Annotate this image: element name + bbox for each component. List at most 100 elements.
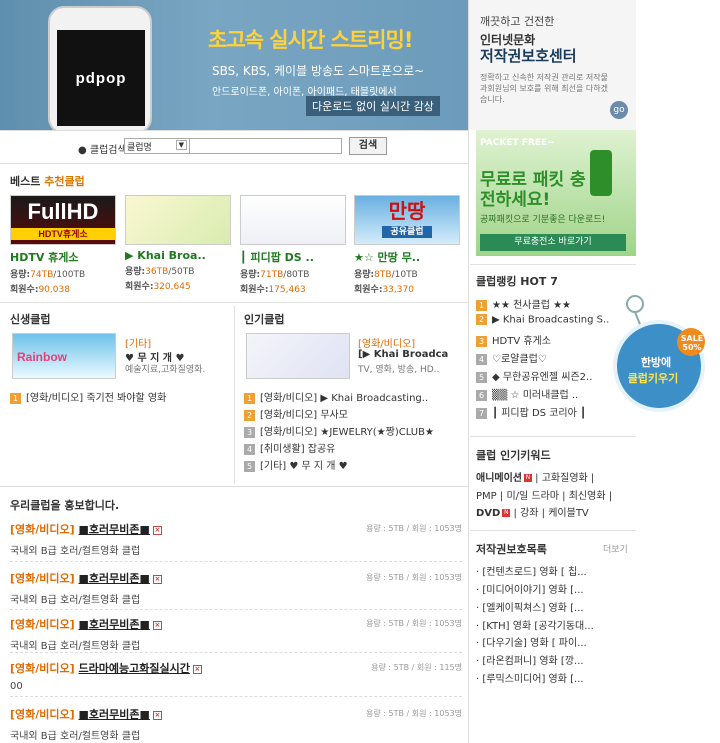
banner-subline: SBS, KBS, 케이블 방송도 스마트폰으로~ — [212, 64, 425, 78]
list-item[interactable]: 2 [영화/비디오] 무사모 — [244, 406, 348, 421]
close-icon[interactable]: × — [152, 574, 162, 584]
more-link[interactable]: 더보기 — [603, 542, 628, 555]
promo-meta: 용량 : 5TB / 회원 : 1053명 — [366, 619, 462, 628]
list-item-text: [KTH] 영화 [공각기동대... — [482, 621, 594, 632]
keyword-link[interactable]: 강좌 — [520, 508, 538, 519]
best-club-card[interactable]: ▶ Khai Broa.. 용량:36TB/50TB 회원수:320,645 — [125, 195, 233, 292]
copyright-line3: 저작권보호센터 — [480, 47, 577, 65]
new-clubs-title: 신생클럽 — [10, 313, 51, 326]
promo-category: [영화/비디오] — [10, 618, 75, 631]
best-club-card[interactable]: FullHD HDTV휴게소 HDTV 휴게소 용량:74TB/100TB 회원수… — [10, 195, 118, 295]
best-club-thumb[interactable]: FullHD HDTV휴게소 — [10, 195, 116, 245]
keyword-link[interactable]: 최신영화 — [569, 491, 606, 502]
list-item[interactable]: · [라온컴퍼니] 영화 [깡... — [476, 652, 584, 667]
banner-headline: 초고속 실시간 스트리밍! — [208, 28, 413, 52]
list-item[interactable]: · [루믹스미디어] 영화 [... — [476, 670, 584, 685]
list-item[interactable]: · [컨텐츠로드] 영화 [ 칩... — [476, 563, 587, 578]
keyword-link[interactable]: DVD — [476, 508, 500, 519]
best-club-thumb[interactable] — [240, 195, 346, 245]
list-item[interactable]: 7 ┃ 피디팝 DS 코리아 ┃ — [476, 404, 586, 419]
close-icon[interactable]: × — [152, 710, 162, 720]
list-item-text: [영화/비디오] 무사모 — [260, 410, 348, 421]
new-club-thumb[interactable]: Rainbow — [12, 333, 116, 379]
best-club-thumb[interactable]: 만땅 공유클럽 — [354, 195, 460, 245]
promo-item[interactable]: [영화/비디오] ■호러무비존■ × 용량 : 5TB / 회원 : 1053명 … — [10, 570, 462, 606]
keyword-link[interactable]: 고화질영화 — [542, 473, 588, 484]
best-club-name[interactable]: ★☆ 만땅 무.. — [354, 249, 462, 265]
list-item[interactable]: 1 ★★ 천사클럽 ★★ — [476, 296, 571, 311]
list-item[interactable]: 6 ▒▒ ☆ 미러내클럽 .. — [476, 386, 578, 401]
list-item[interactable]: · [엘케이픽쳐스] 영화 [... — [476, 599, 584, 614]
banner-cta[interactable]: 다운로드 없이 실시간 감상 — [306, 96, 440, 116]
members-label: 회원수: — [354, 285, 383, 295]
close-icon[interactable]: × — [152, 525, 162, 535]
best-club-thumb[interactable] — [125, 195, 231, 245]
promo-meta: 용량 : 5TB / 회원 : 1053명 — [366, 524, 462, 533]
list-item[interactable]: · [미디어이야기] 영화 [... — [476, 581, 584, 596]
rank-number: 1 — [476, 299, 487, 311]
column-divider — [234, 306, 235, 484]
close-icon[interactable]: × — [192, 664, 202, 674]
best-club-usage: 용량:71TB/80TB — [240, 267, 348, 280]
promo-item[interactable]: [영화/비디오] ■호러무비존■ × 용량 : 5TB / 회원 : 1053명 … — [10, 706, 462, 742]
list-item[interactable]: 2 ▶ Khai Broadcasting S.. — [476, 314, 609, 326]
popular-club-thumb[interactable] — [246, 333, 350, 379]
list-item[interactable]: 4 [취미생활] 잡공유 — [244, 440, 335, 455]
promo-item[interactable]: [영화/비디오] ■호러무비존■ × 용량 : 5TB / 회원 : 1053명 … — [10, 616, 462, 652]
search-input[interactable] — [190, 138, 342, 154]
list-item[interactable]: · [다우기술] 영화 [ 파이... — [476, 634, 587, 649]
promo-name[interactable]: 드라마예능고화질실시간 — [79, 662, 190, 675]
keyword-link[interactable]: 미/일 드라마 — [506, 491, 559, 502]
rank-number: 2 — [476, 314, 487, 325]
popular-club-desc: TV, 영화, 방송, HD.. — [358, 365, 440, 375]
list-item[interactable]: 3 [영화/비디오] ★JEWELRY(★짱)CLUB★ — [244, 423, 434, 438]
best-club-name[interactable]: ▶ Khai Broa.. — [125, 249, 233, 262]
list-item[interactable]: 1 [영화/비디오] 죽기전 봐야할 영화 — [10, 389, 166, 404]
rank-number: 2 — [244, 409, 255, 421]
keyword-link[interactable]: PMP — [476, 491, 497, 502]
promo-title: 우리클럽을 홍보합니다. — [10, 499, 120, 512]
promo-meta: 용량 : 5TB / 회원 : 115명 — [371, 663, 462, 672]
club-boost-sale-tag[interactable] — [613, 292, 709, 414]
popular-clubs-title: 인기클럽 — [244, 313, 285, 326]
best-title-highlight: 추천클럽 — [44, 175, 85, 188]
list-item-text: [컨텐츠로드] 영화 [ 칩... — [482, 567, 587, 578]
best-club-card[interactable]: ┃ 피디팝 DS .. 용량:71TB/80TB 회원수:175,463 — [240, 195, 348, 295]
promo-item[interactable]: [영화/비디오] ■호러무비존■ × 용량 : 5TB / 회원 : 1053명 … — [10, 521, 462, 557]
list-item[interactable]: 1 [영화/비디오] ▶ Khai Broadcasting.. — [244, 389, 428, 404]
keyword-link[interactable]: 애니메이션 — [476, 473, 522, 484]
close-icon[interactable]: × — [152, 620, 162, 630]
list-item-text: [영화/비디오] ▶ Khai Broadcasting.. — [260, 393, 429, 404]
list-item[interactable]: · [KTH] 영화 [공각기동대... — [476, 617, 594, 632]
free-charge-button[interactable]: 무료충전소 바로가기 — [480, 234, 626, 251]
list-item[interactable]: 5 [기타] ♥ 무 지 개 ♥ — [244, 457, 348, 472]
list-item[interactable]: 5 ◆ 무한공유엔젤 씨즌2.. — [476, 368, 592, 383]
keyword-link[interactable]: 케이블TV — [548, 508, 589, 519]
best-club-name[interactable]: HDTV 휴게소 — [10, 249, 118, 265]
divider — [10, 609, 462, 610]
rank-number: 5 — [244, 460, 255, 472]
best-club-card[interactable]: 만땅 공유클럽 ★☆ 만땅 무.. 용량:8TB/10TB 회원수:33,370 — [354, 195, 462, 295]
promo-name[interactable]: ■호러무비존■ — [79, 618, 150, 631]
list-item[interactable]: 3 HDTV 휴게소 — [476, 332, 551, 347]
best-club-members: 회원수:175,463 — [240, 282, 348, 295]
usage-total: /80TB — [283, 270, 310, 280]
promo-name[interactable]: ■호러무비존■ — [79, 708, 150, 721]
promo-desc: 국내외 B급 호러/컬트영화 클럽 — [10, 546, 141, 557]
promo-name[interactable]: ■호러무비존■ — [79, 523, 150, 536]
search-type-select[interactable]: 클럽명 ▼ — [124, 138, 190, 154]
promo-category: [영화/비디오] — [10, 708, 75, 721]
fuel-nozzle-icon — [590, 150, 612, 196]
best-club-members: 회원수:33,370 — [354, 282, 462, 295]
search-button[interactable]: 검색 — [349, 137, 387, 155]
go-button[interactable]: go — [610, 101, 628, 119]
promo-item[interactable]: [영화/비디오] 드라마예능고화질실시간 × 용량 : 5TB / 회원 : 11… — [10, 660, 462, 692]
list-item[interactable]: 4 ♡로얄클럽♡ — [476, 350, 547, 365]
copyright-line1: 깨끗하고 건전한 — [480, 15, 555, 28]
sale-tag-line2: 클럽키우기 — [627, 372, 679, 385]
promo-name[interactable]: ■호러무비존■ — [79, 572, 150, 585]
usage-used: 71TB — [260, 270, 284, 280]
best-club-name[interactable]: ┃ 피디팝 DS .. — [240, 249, 348, 265]
list-item-text: ▒▒ ☆ 미러내클럽 .. — [492, 390, 579, 401]
popular-club-name[interactable]: [▶ Khai Broadca — [358, 349, 462, 360]
